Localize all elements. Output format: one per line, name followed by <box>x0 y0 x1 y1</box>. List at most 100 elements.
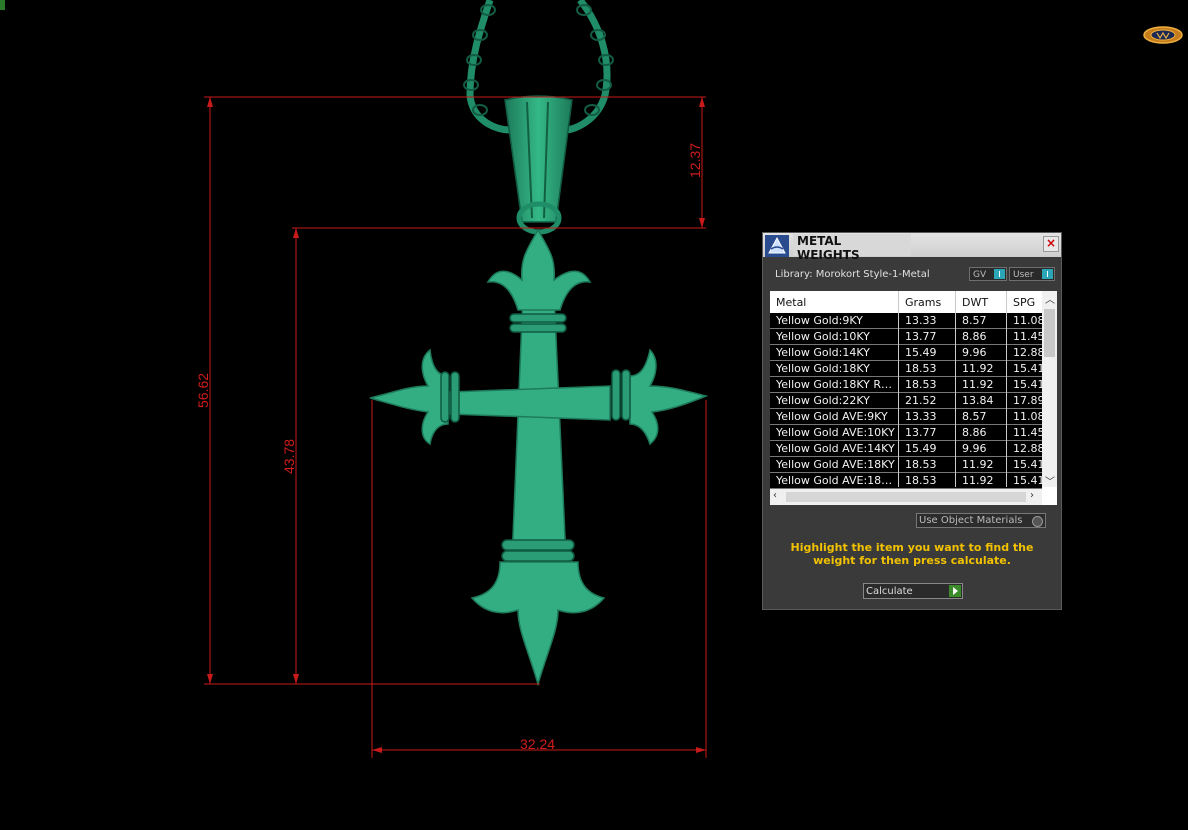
gv-toggle[interactable]: GV <box>969 267 1007 281</box>
column-header-dwt[interactable]: DWT <box>962 296 988 309</box>
cell-dwt: 9.96 <box>962 346 987 359</box>
table-row[interactable]: Yellow Gold AVE:18… 18.53 11.92 15.41 <box>770 473 1043 489</box>
table-row[interactable]: Yellow Gold AVE:10KY 13.77 8.86 11.45 <box>770 425 1043 441</box>
cell-metal: Yellow Gold AVE:18… <box>776 474 893 487</box>
cell-spg: 11.08 <box>1013 314 1043 327</box>
panel-title: METAL WEIGHTS <box>793 234 911 262</box>
cell-grams: 18.53 <box>905 362 937 375</box>
play-arrow-icon <box>949 585 961 597</box>
cell-metal: Yellow Gold:14KY <box>776 346 870 359</box>
cell-spg: 11.08 <box>1013 410 1043 423</box>
vertical-scroll-thumb[interactable] <box>1044 309 1055 357</box>
table-row[interactable]: Yellow Gold:9KY 13.33 8.57 11.08 <box>770 313 1043 329</box>
table-row[interactable]: Yellow Gold:18KY R… 18.53 11.92 15.41 <box>770 377 1043 393</box>
user-toggle[interactable]: User <box>1009 267 1055 281</box>
use-object-materials-option[interactable]: Use Object Materials <box>916 513 1046 528</box>
metal-weights-panel: METAL WEIGHTS × Library: Morokort Style-… <box>762 232 1062 610</box>
calculate-label: Calculate <box>866 586 913 597</box>
column-divider <box>898 291 899 487</box>
cell-spg: 15.41 <box>1013 458 1043 471</box>
cell-metal: Yellow Gold:22KY <box>776 394 870 407</box>
scroll-down-icon[interactable]: ﹀ <box>1045 473 1055 488</box>
column-header-grams[interactable]: Grams <box>905 296 941 309</box>
cell-dwt: 9.96 <box>962 442 987 455</box>
radio-icon[interactable] <box>1032 516 1043 527</box>
cell-metal: Yellow Gold AVE:14KY <box>776 442 895 455</box>
cell-grams: 21.52 <box>905 394 937 407</box>
calculate-button[interactable]: Calculate <box>863 583 963 599</box>
dim-width: 32.24 <box>520 736 555 752</box>
cell-spg: 11.45 <box>1013 330 1043 343</box>
horizontal-scroll-thumb[interactable] <box>786 492 1026 502</box>
cell-dwt: 8.57 <box>962 410 987 423</box>
cell-metal: Yellow Gold AVE:10KY <box>776 426 895 439</box>
library-label: Library: Morokort Style-1-Metal <box>775 269 930 280</box>
cell-spg: 11.45 <box>1013 426 1043 439</box>
table-header: Metal Grams DWT SPG <box>770 291 1042 313</box>
cell-metal: Yellow Gold:18KY <box>776 362 870 375</box>
gv-toggle-label: GV <box>973 270 987 280</box>
cell-metal: Yellow Gold:10KY <box>776 330 870 343</box>
cell-spg: 17.89 <box>1013 394 1043 407</box>
dim-body-height: 43.78 <box>281 439 297 474</box>
cell-grams: 13.77 <box>905 330 937 343</box>
table-row[interactable]: Yellow Gold:14KY 15.49 9.96 12.88 <box>770 345 1043 361</box>
cell-grams: 18.53 <box>905 458 937 471</box>
user-toggle-label: User <box>1013 270 1034 280</box>
cell-dwt: 11.92 <box>962 378 994 391</box>
cross-pendant <box>369 228 709 687</box>
cell-grams: 13.33 <box>905 314 937 327</box>
cell-grams: 13.77 <box>905 426 937 439</box>
toggle-knob-icon <box>994 269 1005 279</box>
scroll-right-icon[interactable]: › <box>1030 490 1034 501</box>
cell-grams: 15.49 <box>905 346 937 359</box>
column-header-spg[interactable]: SPG <box>1013 296 1035 309</box>
cell-spg: 12.88 <box>1013 442 1043 455</box>
cell-dwt: 8.57 <box>962 314 987 327</box>
cell-grams: 15.49 <box>905 442 937 455</box>
column-divider <box>1006 291 1007 487</box>
table-row[interactable]: Yellow Gold AVE:18KY 18.53 11.92 15.41 <box>770 457 1043 473</box>
cell-spg: 15.41 <box>1013 378 1043 391</box>
rhino-icon <box>765 235 789 257</box>
table-row[interactable]: Yellow Gold AVE:14KY 15.49 9.96 12.88 <box>770 441 1043 457</box>
table-row[interactable]: Yellow Gold:18KY 18.53 11.92 15.41 <box>770 361 1043 377</box>
cell-spg: 15.41 <box>1013 474 1043 487</box>
cell-dwt: 8.86 <box>962 426 987 439</box>
cell-grams: 18.53 <box>905 378 937 391</box>
table-row[interactable]: Yellow Gold:10KY 13.77 8.86 11.45 <box>770 329 1043 345</box>
cell-dwt: 8.86 <box>962 330 987 343</box>
cell-spg: 12.88 <box>1013 346 1043 359</box>
cell-metal: Yellow Gold AVE:9KY <box>776 410 888 423</box>
cell-spg: 15.41 <box>1013 362 1043 375</box>
cell-dwt: 11.92 <box>962 362 994 375</box>
cell-metal: Yellow Gold:18KY R… <box>776 378 893 391</box>
cell-grams: 13.33 <box>905 410 937 423</box>
toggle-knob-icon <box>1042 269 1053 279</box>
table-row[interactable]: Yellow Gold AVE:9KY 13.33 8.57 11.08 <box>770 409 1043 425</box>
metal-table[interactable]: Metal Grams DWT SPG Yellow Gold:9KY 13.33… <box>770 291 1057 505</box>
column-header-metal[interactable]: Metal <box>776 296 806 309</box>
dim-total-height: 56.62 <box>195 373 211 408</box>
cell-dwt: 13.84 <box>962 394 994 407</box>
dimension-lines <box>204 96 707 758</box>
dim-bail-height: 12.37 <box>687 143 703 178</box>
dimension-arrows <box>207 97 706 753</box>
table-row[interactable]: Yellow Gold:22KY 21.52 13.84 17.89 <box>770 393 1043 409</box>
instruction-text: Highlight the item you want to find the … <box>790 541 1034 567</box>
matrix-logo-icon[interactable] <box>1142 24 1184 46</box>
scroll-left-icon[interactable]: ‹ <box>773 490 777 501</box>
cell-metal: Yellow Gold AVE:18KY <box>776 458 895 471</box>
cell-grams: 18.53 <box>905 474 937 487</box>
panel-titlebar[interactable]: METAL WEIGHTS × <box>763 233 1061 262</box>
cell-dwt: 11.92 <box>962 474 994 487</box>
column-divider <box>955 291 956 487</box>
use-object-materials-label: Use Object Materials <box>919 515 1023 526</box>
cell-metal: Yellow Gold:9KY <box>776 314 863 327</box>
cell-dwt: 11.92 <box>962 458 994 471</box>
bail <box>504 95 573 235</box>
horizontal-scrollbar[interactable]: ‹ › <box>770 489 1042 505</box>
close-button[interactable]: × <box>1043 236 1059 252</box>
vertical-scrollbar[interactable]: ︿ ﹀ <box>1042 291 1057 488</box>
scroll-up-icon[interactable]: ︿ <box>1045 291 1055 306</box>
